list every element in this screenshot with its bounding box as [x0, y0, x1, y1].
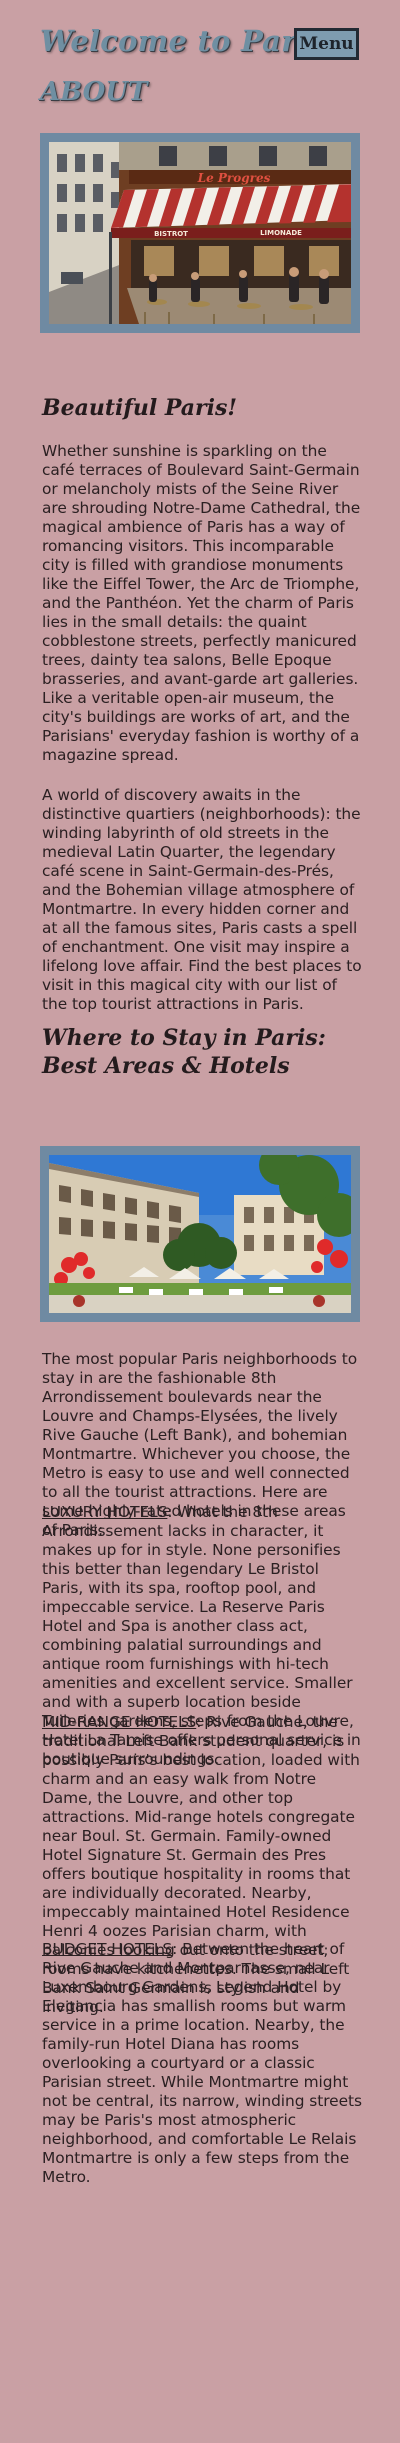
header: Welcome to Paris! Menu ABOUT — [0, 0, 400, 110]
cafe-photo: Le Progres BISTROT LIMONADE — [40, 133, 360, 333]
cafe-photo-image: Le Progres BISTROT LIMONADE — [49, 142, 351, 324]
beautiful-paris-heading: Beautiful Paris! — [42, 395, 238, 421]
intro-paragraph-2: A world of discovery awaits in the disti… — [42, 786, 362, 1013]
hotel-photo — [40, 1146, 360, 1322]
where-to-stay-heading: Where to Stay in Paris: Best Areas & Hot… — [42, 1025, 326, 1079]
luxury-hotels-link[interactable]: LUXURY HOTELS — [42, 1503, 167, 1521]
site-title: Welcome to Paris! — [40, 24, 338, 58]
page: Welcome to Paris! Menu ABOUT Le Progres … — [0, 0, 400, 2443]
menu-button[interactable]: Menu — [294, 28, 359, 60]
midrange-hotels-link[interactable]: MID-RANGE HOTELS — [42, 1713, 196, 1731]
hotel-photo-image — [49, 1155, 351, 1313]
awning-text-left: BISTROT — [154, 230, 188, 238]
budget-hotels-link[interactable]: BUDGET HOTELS — [42, 1940, 172, 1958]
cafe-sign-text: Le Progres — [197, 171, 271, 185]
intro-paragraph-1: Whether sunshine is sparkling on the caf… — [42, 442, 361, 764]
awning-text-right: LIMONADE — [260, 229, 302, 237]
budget-hotels-paragraph: BUDGET HOTELS: Between the heart of Rive… — [42, 1940, 362, 2187]
about-heading: ABOUT — [40, 77, 148, 107]
budget-hotels-text: : Between the heart of Rive Gauche and M… — [42, 1940, 362, 2186]
